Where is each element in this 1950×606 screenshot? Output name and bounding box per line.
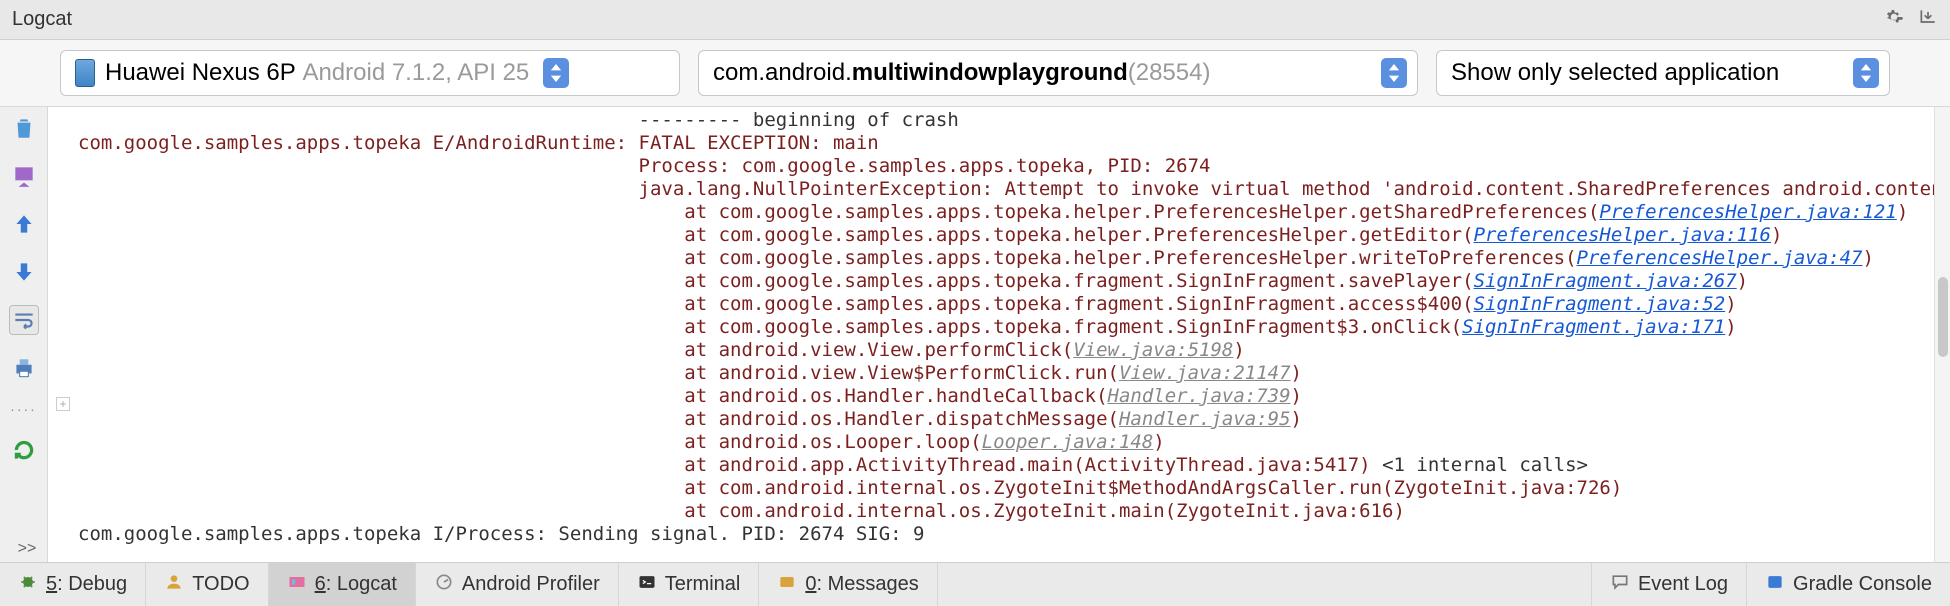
log-line: at com.google.samples.apps.topeka.helper… xyxy=(639,224,1474,246)
log-line: at android.os.Handler.dispatchMessage( xyxy=(639,408,1119,430)
scrollbar[interactable] xyxy=(1934,107,1950,562)
source-link[interactable]: PreferencesHelper.java:47 xyxy=(1577,247,1863,269)
scrollbar-thumb[interactable] xyxy=(1938,277,1948,357)
log-line: at com.google.samples.apps.topeka.fragme… xyxy=(639,293,1474,315)
speech-icon xyxy=(1610,572,1630,598)
source-link[interactable]: PreferencesHelper.java:116 xyxy=(1474,224,1771,246)
hide-icon[interactable] xyxy=(1918,7,1938,33)
source-link[interactable]: SignInFragment.java:171 xyxy=(1462,316,1725,338)
log-line: at android.os.Looper.loop( xyxy=(639,431,982,453)
tab-label: Android Profiler xyxy=(462,573,600,596)
source-link[interactable]: PreferencesHelper.java:121 xyxy=(1599,201,1896,223)
log-line: at com.google.samples.apps.topeka.fragme… xyxy=(639,316,1463,338)
log-line: Process: com.google.samples.apps.topeka,… xyxy=(639,155,1211,177)
gradle-icon xyxy=(1765,572,1785,598)
source-link[interactable]: SignInFragment.java:52 xyxy=(1474,293,1726,315)
filter-mode-label: Show only selected application xyxy=(1451,59,1779,87)
arrow-down-icon[interactable] xyxy=(9,257,39,287)
gear-icon[interactable] xyxy=(1884,7,1904,33)
source-link[interactable]: View.java:21147 xyxy=(1119,362,1291,384)
tab-label: TODO xyxy=(192,573,249,596)
log-line: at com.android.internal.os.ZygoteInit.ma… xyxy=(639,500,1405,522)
tab-debug[interactable]: 5: Debug xyxy=(0,563,146,606)
tab-label: Terminal xyxy=(665,573,741,596)
ellipsis-icon: ···· xyxy=(10,401,37,417)
log-hint: <1 internal calls> xyxy=(1382,454,1588,476)
phone-icon xyxy=(75,59,95,87)
tab-label: Gradle Console xyxy=(1793,573,1932,596)
tab-terminal[interactable]: Terminal xyxy=(619,563,760,606)
source-link[interactable]: SignInFragment.java:267 xyxy=(1474,270,1737,292)
log-line: FATAL EXCEPTION: main xyxy=(639,132,879,154)
logcat-icon xyxy=(287,572,307,598)
tab-logcat[interactable]: 6: Logcat xyxy=(269,563,416,606)
log-line: at com.google.samples.apps.topeka.fragme… xyxy=(639,270,1474,292)
status-bar: 5: Debug TODO 6: Logcat Android Profiler… xyxy=(0,562,1950,606)
log-line: at com.android.internal.os.ZygoteInit$Me… xyxy=(639,477,1623,499)
bug-icon xyxy=(18,572,38,598)
device-os: Android 7.1.2, API 25 xyxy=(302,59,529,87)
filter-bar: Huawei Nexus 6P Android 7.1.2, API 25 co… xyxy=(0,40,1950,107)
messages-icon xyxy=(777,572,797,598)
source-link[interactable]: Handler.java:739 xyxy=(1108,385,1291,407)
chevron-updown-icon[interactable] xyxy=(1381,58,1407,88)
tab-label: Event Log xyxy=(1638,573,1728,596)
log-tag: com.google.samples.apps.topeka E/Android… xyxy=(78,132,639,154)
terminal-icon xyxy=(637,572,657,598)
log-line: java.lang.NullPointerException: Attempt … xyxy=(639,178,1934,200)
device-name: Huawei Nexus 6P xyxy=(105,59,296,87)
process-selector[interactable]: com.android.multiwindowplayground (28554… xyxy=(698,50,1418,96)
log-line: at com.google.samples.apps.topeka.helper… xyxy=(639,247,1577,269)
scroll-end-icon[interactable] xyxy=(9,161,39,191)
process-pid: (28554) xyxy=(1128,59,1211,87)
process-name: multiwindowplayground xyxy=(852,59,1128,87)
profiler-icon xyxy=(434,572,454,598)
expand-marker[interactable]: + xyxy=(56,397,70,411)
log-output[interactable]: --------- beginning of crash com.google.… xyxy=(78,107,1934,562)
titlebar: Logcat xyxy=(0,0,1950,40)
trash-icon[interactable] xyxy=(9,113,39,143)
restart-icon[interactable] xyxy=(9,435,39,465)
expand-tools-icon[interactable]: >> xyxy=(10,540,44,558)
chevron-updown-icon[interactable] xyxy=(543,58,569,88)
filter-mode-selector[interactable]: Show only selected application xyxy=(1436,50,1890,96)
log-line: --------- beginning of crash xyxy=(639,109,959,131)
log-line: at android.app.ActivityThread.main(Activ… xyxy=(639,454,1383,476)
fold-gutter: + xyxy=(48,107,78,562)
process-prefix: com.android. xyxy=(713,59,852,87)
tab-messages[interactable]: 0: Messages xyxy=(759,563,937,606)
panel-title: Logcat xyxy=(12,8,72,31)
arrow-up-icon[interactable] xyxy=(9,209,39,239)
log-line: at com.google.samples.apps.topeka.helper… xyxy=(639,201,1600,223)
tab-profiler[interactable]: Android Profiler xyxy=(416,563,619,606)
tab-event-log[interactable]: Event Log xyxy=(1591,563,1746,606)
person-icon xyxy=(164,572,184,598)
log-line: at android.view.View$PerformClick.run( xyxy=(639,362,1119,384)
log-line: com.google.samples.apps.topeka I/Process… xyxy=(78,523,924,545)
log-line: at android.view.View.performClick( xyxy=(639,339,1074,361)
tab-gradle-console[interactable]: Gradle Console xyxy=(1746,563,1950,606)
device-selector[interactable]: Huawei Nexus 6P Android 7.1.2, API 25 xyxy=(60,50,680,96)
source-link[interactable]: View.java:5198 xyxy=(1073,339,1233,361)
tab-todo[interactable]: TODO xyxy=(146,563,268,606)
chevron-updown-icon[interactable] xyxy=(1853,58,1879,88)
print-icon[interactable] xyxy=(9,353,39,383)
source-link[interactable]: Handler.java:95 xyxy=(1119,408,1291,430)
log-line: at android.os.Handler.handleCallback( xyxy=(639,385,1108,407)
source-link[interactable]: Looper.java:148 xyxy=(982,431,1154,453)
left-gutter: ···· xyxy=(0,107,48,562)
soft-wrap-icon[interactable] xyxy=(9,305,39,335)
